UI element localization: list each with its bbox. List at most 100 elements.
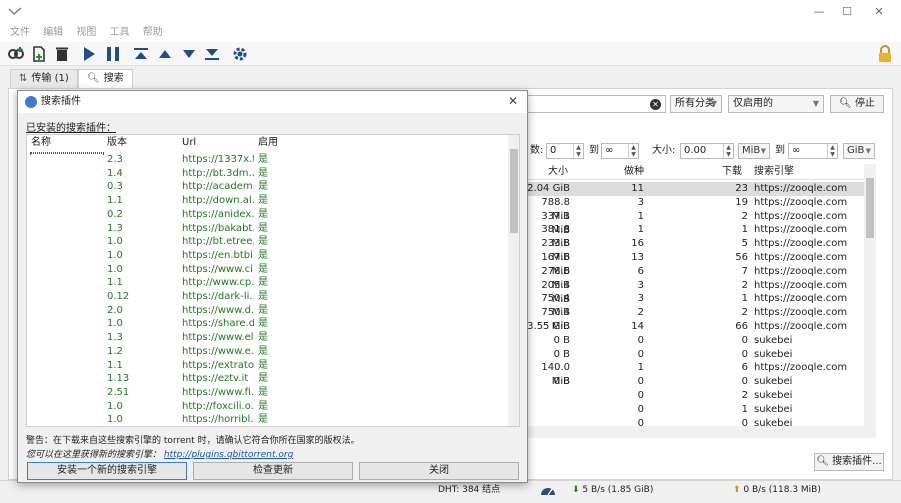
add-torrent-icon[interactable]	[30, 45, 48, 63]
plugins-list[interactable]: 名称 版本 Url 启用 1337x2.3https://1337x.to是3d…	[26, 134, 520, 427]
close-window-button[interactable]: ✕	[868, 4, 890, 20]
plugins-link[interactable]: http://plugins.qbittorrent.org	[164, 450, 293, 460]
column-seeds[interactable]: 做种	[624, 164, 644, 180]
seeds-max-spinbox[interactable]: ∞ ▲ ▼	[601, 143, 639, 159]
list-item[interactable]: ETTV1.2https://www.e...是	[27, 345, 507, 359]
category-select[interactable]: 所有分类 ▼	[670, 95, 722, 113]
table-row[interactable]: 750.4 MiB 2 2 https://zooqle.com	[526, 306, 866, 332]
table-row[interactable]: 0 1 sukebei	[526, 403, 866, 417]
menu-view[interactable]: 视图	[76, 26, 96, 40]
download-arrow-icon: ⬇	[572, 485, 580, 495]
delete-icon[interactable]	[53, 45, 71, 63]
close-icon[interactable]: ✕	[505, 93, 521, 109]
search-plugins-button[interactable]: 🔍︎ 搜索插件...	[814, 453, 884, 471]
move-bottom-icon[interactable]	[203, 45, 221, 63]
column-version[interactable]: 版本	[107, 135, 157, 151]
upload-speed[interactable]: ⬆ 0 B/s (118.3 MiB)	[733, 481, 821, 499]
menu-file[interactable]: 文件	[10, 26, 30, 40]
maximize-button[interactable]: ☐	[836, 4, 858, 20]
tab-search[interactable]: 🔍︎ 搜索	[78, 69, 133, 88]
size-max-unit-select[interactable]: GiB ▼	[843, 143, 875, 159]
list-item[interactable]: AniDex0.2https://anidex...是	[27, 208, 507, 222]
table-row[interactable]: 0 B 0 0 sukebei	[526, 375, 866, 389]
install-plugin-button[interactable]: 安装一个新的搜索引擎	[27, 462, 187, 480]
add-link-icon[interactable]	[7, 45, 25, 63]
results-vertical-scrollbar[interactable]	[864, 164, 876, 426]
list-item[interactable]: BakaBT1.3https://bakabt...是	[27, 222, 507, 236]
list-item[interactable]: ExtraTorrent1.1https://extrato...是	[27, 359, 507, 373]
connection-speed-icon[interactable]	[540, 484, 556, 503]
table-row[interactable]: 788.8 MiB 3 19 https://zooqle.com	[526, 196, 866, 222]
table-row[interactable]: 337.1 MiB 1 2 https://zooqle.com	[526, 210, 866, 236]
list-item[interactable]: Demonoid2.0https://www.d...是	[27, 304, 507, 318]
size-max-spinbox[interactable]: ∞ ▲ ▼	[788, 143, 838, 159]
table-row[interactable]: 381.8 MiB 1 1 https://zooqle.com	[526, 223, 866, 249]
engine-cell: sukebei	[754, 348, 793, 360]
column-enabled[interactable]: 启用	[258, 135, 278, 151]
list-item[interactable]: Foxcili1.0http://foxcili.o...是	[27, 400, 507, 414]
leechers-cell: 6	[741, 362, 748, 374]
table-row[interactable]: 750.4 MiB 3 1 https://zooqle.com	[526, 292, 866, 318]
list-item[interactable]: CineCalidad1.0https://www.ci...是	[27, 263, 507, 277]
column-size[interactable]: 大小	[548, 164, 568, 180]
leechers-cell: 2	[741, 307, 748, 319]
column-engine[interactable]: 搜索引擎	[754, 164, 794, 180]
move-top-icon[interactable]	[132, 45, 150, 63]
results-horizontal-scrollbar[interactable]	[526, 426, 876, 438]
plugins-list-scrollbar[interactable]	[508, 135, 519, 426]
close-button[interactable]: 关闭	[359, 462, 519, 480]
table-row[interactable]: 0 B 0 0 sukebei	[526, 334, 866, 348]
table-row[interactable]: 0 B 0 0 sukebei	[526, 348, 866, 362]
minimize-button[interactable]: —	[808, 4, 830, 20]
download-speed[interactable]: ⬇ 5 B/s (1.85 GiB)	[572, 481, 653, 499]
size-min-unit-select[interactable]: MiB ▼	[738, 143, 770, 159]
table-row[interactable]: 205.4 MiB 3 2 https://zooqle.com	[526, 279, 866, 305]
move-up-icon[interactable]	[156, 45, 174, 63]
resume-icon[interactable]	[80, 45, 98, 63]
search-input[interactable]: ✕	[526, 95, 666, 113]
stop-button[interactable]: 🔍︎ 停止	[830, 95, 884, 113]
table-row[interactable]: 167.6 MiB 13 56 https://zooqle.com	[526, 251, 866, 277]
table-row[interactable]: 3.55 GiB 14 66 https://zooqle.com	[526, 320, 866, 334]
tab-transfers[interactable]: ⇅ 传输 (1)	[10, 69, 78, 88]
list-item[interactable]: Academic ...0.3http://academ...是	[27, 180, 507, 194]
column-url[interactable]: Url	[182, 135, 254, 151]
list-item[interactable]: EZTV1.13https://eztv.it是	[27, 372, 507, 386]
options-gear-icon[interactable]	[231, 45, 249, 63]
list-item[interactable]: Cpasbien (fren...1.1http://www.cp...是	[27, 276, 507, 290]
list-item[interactable]: bt.etree1.0http://bt.etree...是	[27, 235, 507, 249]
menu-help[interactable]: 帮助	[143, 26, 163, 40]
plugin-enabled: 是	[258, 277, 268, 289]
list-item[interactable]: HorribleSubs1.0https://horribl...是	[27, 413, 507, 426]
column-name[interactable]: 名称	[31, 135, 103, 151]
table-row[interactable]: 233.8 MiB 16 5 https://zooqle.com	[526, 237, 866, 263]
list-item[interactable]: 3dmgame1.4http://bt.3dm...是	[27, 167, 507, 181]
lock-icon[interactable]	[876, 45, 894, 63]
seeds-min-spinbox[interactable]: 0 ▲ ▼	[546, 143, 584, 159]
check-updates-button[interactable]: 检查更新	[193, 462, 353, 480]
engine-cell: https://zooqle.com	[754, 183, 848, 194]
plugin-url: https://www.ci...	[182, 263, 254, 275]
size-min-spinbox[interactable]: 0.00 ▲ ▼	[680, 143, 734, 159]
table-row[interactable]: 2.04 GiB 11 23 https://zooqle.com	[526, 182, 866, 196]
seeds-cell: 16	[631, 238, 644, 250]
results-table[interactable]: 大小 做种 下载 搜索引擎 2.04 GiB 11 23 https://zooqle…	[526, 164, 876, 440]
plugin-scope-select[interactable]: 仅启用的 ▼	[728, 95, 824, 113]
table-row[interactable]: 140.0 MiB 1 6 https://zooqle.com	[526, 361, 866, 387]
clear-icon[interactable]: ✕	[650, 99, 661, 110]
list-item[interactable]: 1337x2.3https://1337x.to是	[27, 153, 507, 167]
list-item[interactable]: Elitetorrent1.3https://www.el...是	[27, 331, 507, 345]
column-leechers[interactable]: 下载	[722, 164, 742, 180]
table-row[interactable]: 278.6 MiB 6 7 https://zooqle.com	[526, 265, 866, 291]
move-down-icon[interactable]	[180, 45, 198, 63]
list-item[interactable]: filelist2.51https://www.fi...是	[27, 386, 507, 400]
menu-tools[interactable]: 工具	[110, 26, 130, 40]
menu-edit[interactable]: 编辑	[43, 26, 63, 40]
pause-icon[interactable]	[104, 45, 122, 63]
table-row[interactable]: 0 2 sukebei	[526, 389, 866, 403]
list-item[interactable]: dark-libria0.12https://dark-li...是	[27, 290, 507, 304]
list-item[interactable]: ali2131.1http://down.al...是	[27, 194, 507, 208]
upload-arrow-icon: ⬆	[733, 485, 741, 495]
list-item[interactable]: BTBit1.0https://en.btbi...是	[27, 249, 507, 263]
list-item[interactable]: DMHY1.0https://share.d...是	[27, 317, 507, 331]
